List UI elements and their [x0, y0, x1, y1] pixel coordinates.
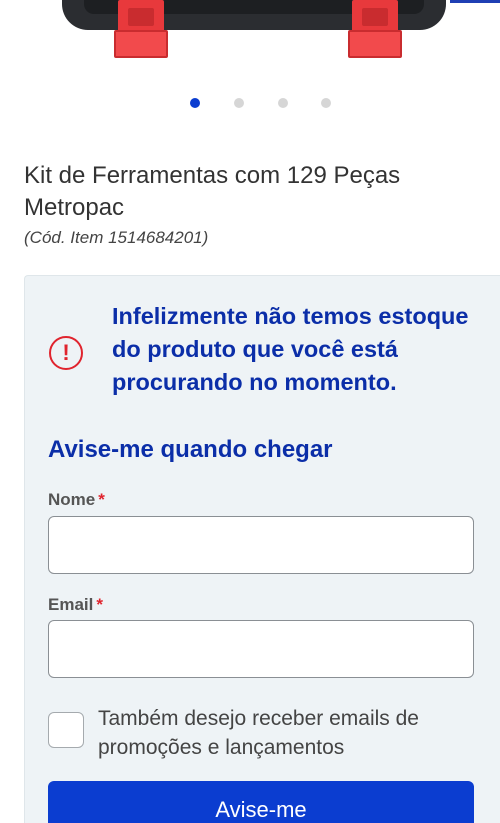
product-sku: (Cód. Item 1514684201) [24, 228, 209, 247]
carousel-dot-2[interactable] [234, 98, 244, 108]
top-rule [450, 0, 500, 3]
toolbox-latch-right [348, 0, 402, 58]
newsletter-label[interactable]: Também desejo receber emails de promoçõe… [98, 704, 483, 762]
name-label-text: Nome [48, 490, 96, 509]
required-mark: * [96, 595, 103, 614]
email-label-text: Email [48, 595, 94, 614]
notify-submit-button[interactable]: Avise-me [48, 781, 474, 823]
email-label: Email * [48, 595, 103, 615]
product-title: Kit de Ferramentas com 129 Peças Metropa… [24, 162, 401, 221]
out-of-stock-message: Infelizmente não temos estoque do produt… [112, 303, 469, 395]
carousel-dot-1[interactable] [190, 98, 200, 108]
carousel-dots [0, 98, 500, 110]
carousel-dot-4[interactable] [321, 98, 331, 108]
name-label: Nome * [48, 490, 105, 510]
carousel-dot-3[interactable] [278, 98, 288, 108]
exclamation-circle-icon: ! [49, 336, 83, 370]
notify-heading: Avise-me quando chegar [48, 436, 333, 463]
out-of-stock-panel: ! Infelizmente não temos estoque do prod… [24, 275, 500, 823]
newsletter-checkbox[interactable] [48, 712, 84, 748]
product-image[interactable] [0, 0, 500, 70]
required-mark: * [98, 490, 105, 509]
name-input[interactable] [48, 516, 474, 574]
toolbox-latch-left [114, 0, 168, 58]
email-input[interactable] [48, 620, 474, 678]
